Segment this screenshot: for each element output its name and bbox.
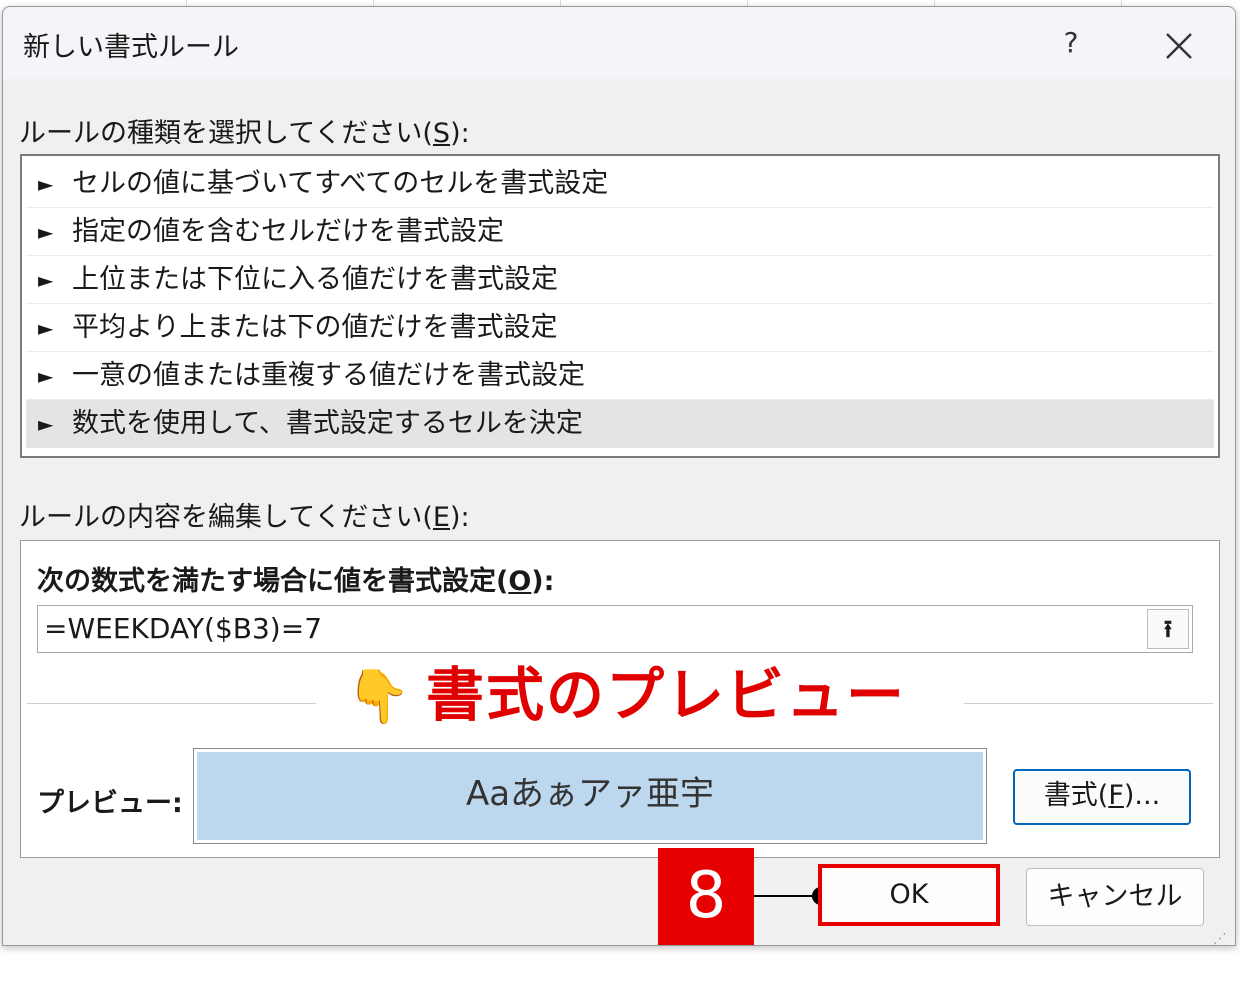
rule-type-item-label: 指定の値を含むセルだけを書式設定 xyxy=(72,216,504,247)
arrow-icon: ► xyxy=(38,220,54,244)
dialog-title: 新しい書式ルール xyxy=(23,32,239,63)
collapse-dialog-button[interactable]: ⭱ xyxy=(1147,609,1189,649)
rule-type-item-label: 一意の値または重複する値だけを書式設定 xyxy=(72,360,585,391)
preview-box: Aaあぁアァ亜宇 xyxy=(193,748,987,844)
resize-grip-icon[interactable]: ⋰ xyxy=(1213,929,1233,949)
step-number-badge: 8 xyxy=(658,848,754,945)
rule-type-item[interactable]: ► 一意の値または重複する値だけを書式設定 xyxy=(26,352,1214,400)
new-formatting-rule-dialog: 新しい書式ルール ? ルールの種類を選択してください(S): ► セルの値に基づ… xyxy=(2,6,1236,949)
arrow-icon: ► xyxy=(38,316,54,340)
rule-type-label: ルールの種類を選択してください(S): xyxy=(19,118,470,149)
rule-type-item[interactable]: ► セルの値に基づいてすべてのセルを書式設定 xyxy=(26,160,1214,208)
preview-sample: Aaあぁアァ亜宇 xyxy=(197,752,983,840)
formula-input[interactable]: =WEEKDAY($B3)=7 xyxy=(37,605,1193,653)
close-button[interactable] xyxy=(1153,19,1205,67)
arrow-icon: ► xyxy=(38,172,54,196)
pointing-hand-icon: 👇 xyxy=(346,667,411,727)
cancel-button[interactable]: キャンセル xyxy=(1026,868,1204,926)
arrow-icon: ► xyxy=(38,268,54,292)
preview-annotation: 👇 書式のプレビュー xyxy=(316,654,964,740)
connector-line xyxy=(754,895,820,897)
preview-label: プレビュー: xyxy=(37,788,183,819)
annotation-text: 書式のプレビュー xyxy=(426,661,907,729)
rule-type-item-label: 平均より上または下の値だけを書式設定 xyxy=(72,312,558,343)
rule-type-item-label: 数式を使用して、書式設定するセルを決定 xyxy=(72,408,583,439)
arrow-icon: ► xyxy=(38,364,54,388)
rule-type-item-label: セルの値に基づいてすべてのセルを書式設定 xyxy=(72,168,609,199)
title-bar: 新しい書式ルール ? xyxy=(3,7,1235,79)
rule-edit-label: ルールの内容を編集してください(E): xyxy=(19,502,470,533)
rule-type-list[interactable]: ► セルの値に基づいてすべてのセルを書式設定 ► 指定の値を含むセルだけを書式設… xyxy=(20,154,1220,458)
format-button[interactable]: 書式(F)... xyxy=(1013,769,1191,825)
ok-button[interactable]: OK xyxy=(818,864,1000,926)
rule-type-item[interactable]: ► 平均より上または下の値だけを書式設定 xyxy=(26,304,1214,352)
rule-type-item-selected[interactable]: ► 数式を使用して、書式設定するセルを決定 xyxy=(26,400,1214,448)
arrow-icon: ► xyxy=(38,412,54,436)
rule-type-item[interactable]: ► 上位または下位に入る値だけを書式設定 xyxy=(26,256,1214,304)
close-icon xyxy=(1164,21,1194,65)
formula-label: 次の数式を満たす場合に値を書式設定(O): xyxy=(37,566,555,597)
rule-type-item-label: 上位または下位に入る値だけを書式設定 xyxy=(72,264,558,295)
rule-type-item[interactable]: ► 指定の値を含むセルだけを書式設定 xyxy=(26,208,1214,256)
upload-arrow-icon: ⭱ xyxy=(1163,615,1173,643)
help-button[interactable]: ? xyxy=(1047,19,1095,67)
